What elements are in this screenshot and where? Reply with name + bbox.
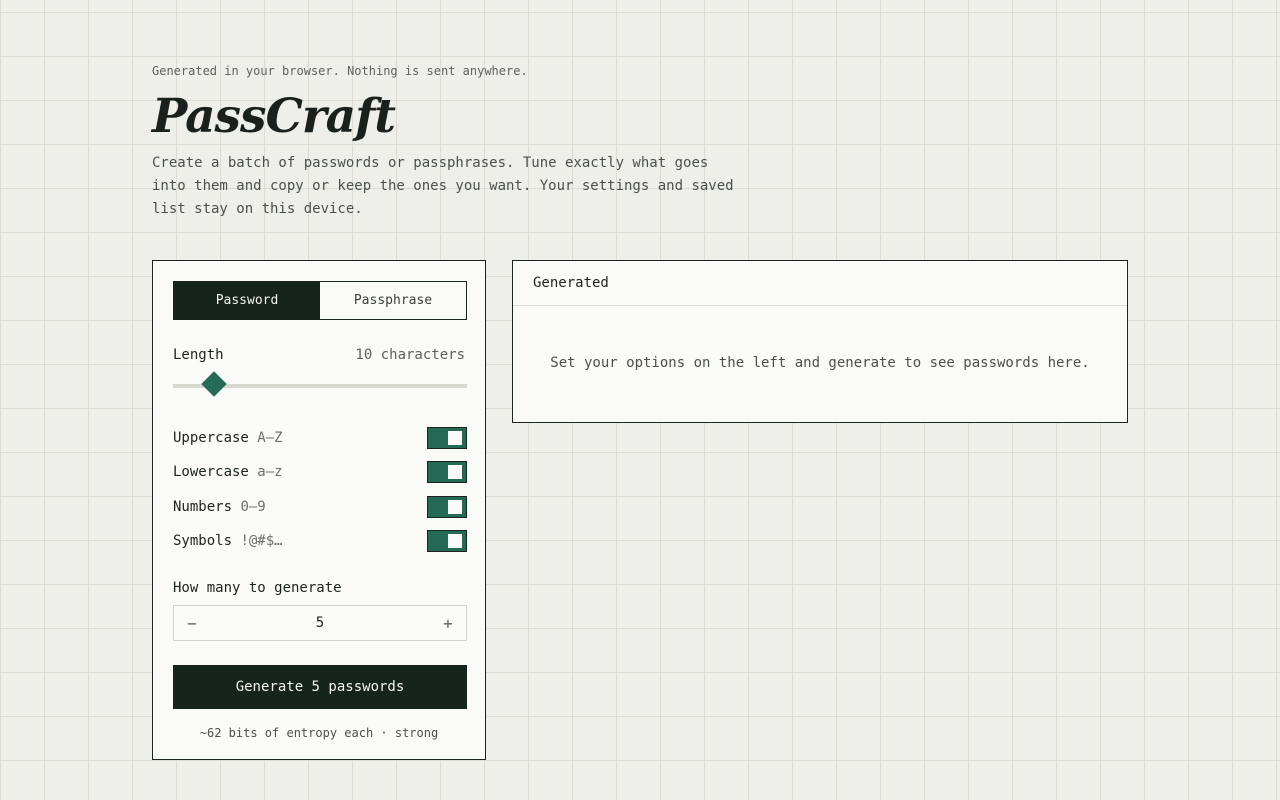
entropy-text: ~62 bits of entropy each · strong bbox=[199, 726, 439, 740]
toggle-knob bbox=[448, 465, 462, 479]
symbols-toggle[interactable] bbox=[427, 530, 467, 552]
length-label: Length bbox=[173, 347, 224, 363]
option-hint: 0–9 bbox=[240, 499, 266, 515]
toggle-knob bbox=[448, 534, 462, 548]
decrement-button[interactable]: − bbox=[174, 606, 210, 640]
option-name: Lowercase bbox=[173, 464, 249, 480]
option-hint: a–z bbox=[257, 464, 283, 480]
option-label-symbols: Symbols !@#$… bbox=[173, 533, 283, 549]
option-name: Numbers bbox=[173, 499, 233, 515]
lowercase-toggle[interactable] bbox=[427, 461, 467, 483]
generate-button[interactable]: Generate 5 passwords bbox=[173, 665, 467, 709]
minus-icon: − bbox=[187, 613, 197, 633]
option-label-lowercase: Lowercase a–z bbox=[173, 464, 283, 480]
option-numbers: Numbers 0–9 bbox=[173, 496, 467, 520]
option-lowercase: Lowercase a–z bbox=[173, 461, 467, 485]
count-value[interactable]: 5 bbox=[210, 606, 430, 640]
toggle-knob bbox=[448, 500, 462, 514]
count-label: How many to generate bbox=[173, 580, 342, 596]
length-slider-thumb[interactable] bbox=[201, 371, 227, 397]
increment-button[interactable]: + bbox=[430, 606, 466, 640]
results-empty-message: Set your options on the left and generat… bbox=[550, 355, 1090, 371]
tab-passphrase[interactable]: Passphrase bbox=[320, 282, 466, 319]
option-symbols: Symbols !@#$… bbox=[173, 530, 467, 554]
plus-icon: + bbox=[443, 613, 453, 633]
count-stepper: − 5 + bbox=[173, 605, 467, 641]
option-uppercase: Uppercase A–Z bbox=[173, 427, 467, 451]
intro-text: Create a batch of passwords or passphras… bbox=[152, 155, 734, 217]
length-slider[interactable] bbox=[173, 371, 467, 397]
uppercase-toggle[interactable] bbox=[427, 427, 467, 449]
toggle-knob bbox=[448, 431, 462, 445]
results-title: Generated bbox=[513, 261, 1127, 306]
option-name: Symbols bbox=[173, 533, 233, 549]
option-hint: A–Z bbox=[257, 430, 283, 446]
option-label-uppercase: Uppercase A–Z bbox=[173, 430, 283, 446]
tagline: Generated in your browser. Nothing is se… bbox=[152, 64, 528, 78]
option-label-numbers: Numbers 0–9 bbox=[173, 499, 266, 515]
option-hint: !@#$… bbox=[240, 533, 283, 549]
mode-tabs: Password Passphrase bbox=[173, 281, 467, 320]
option-name: Uppercase bbox=[173, 430, 249, 446]
tab-password[interactable]: Password bbox=[174, 282, 320, 319]
numbers-toggle[interactable] bbox=[427, 496, 467, 518]
settings-panel: Password Passphrase Length 10 characters… bbox=[152, 260, 486, 760]
page-title: PassCraft bbox=[152, 89, 396, 144]
results-panel: Generated Set your options on the left a… bbox=[512, 260, 1128, 423]
length-value: 10 characters bbox=[355, 347, 465, 363]
